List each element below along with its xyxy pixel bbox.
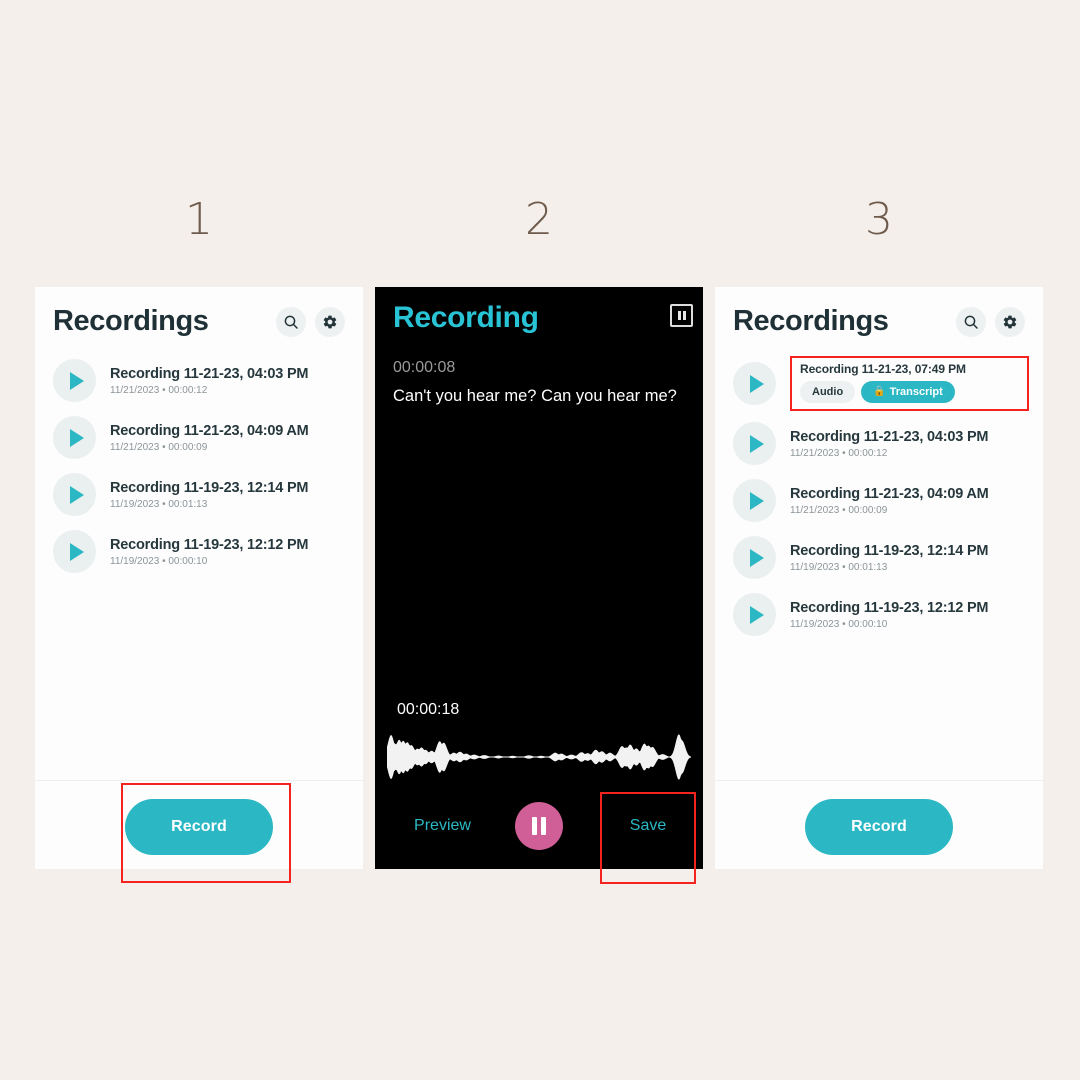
play-icon — [749, 548, 764, 567]
waveform-block: 00:00:18 — [375, 701, 703, 783]
pause-record-button[interactable] — [515, 802, 563, 850]
search-icon — [283, 314, 299, 330]
gear-icon — [322, 314, 338, 330]
recording-text-group: Recording 11-19-23, 12:12 PM 11/19/2023 •… — [790, 600, 1029, 630]
play-icon — [749, 605, 764, 624]
recording-name: Recording 11-21-23, 04:03 PM — [790, 428, 989, 445]
recording-meta: 11/21/2023 • 00:00:09 — [790, 504, 888, 516]
footer-bar: Record — [715, 780, 1043, 869]
recording-name: Recording 11-21-23, 07:49 PM — [800, 362, 966, 376]
recording-meta: 11/21/2023 • 00:00:09 — [110, 441, 208, 453]
list-item-new-recording[interactable]: Recording 11-21-23, 07:49 PM Audio 🔒 Tra… — [715, 352, 1043, 415]
list-item[interactable]: Recording 11-21-23, 04:03 PM 11/21/2023 •… — [715, 415, 1043, 472]
recording-name: Recording 11-21-23, 04:09 AM — [790, 485, 989, 502]
recording-text-group: Recording 11-19-23, 12:14 PM 11/19/2023 •… — [790, 543, 1029, 573]
recording-controls: Preview Save — [375, 783, 703, 869]
recordings-screen: Recordings Recording 11-21-23, 04:03 PM 1… — [35, 287, 363, 869]
page-title: Recordings — [733, 305, 889, 337]
list-item[interactable]: Recording 11-21-23, 04:09 AM 11/21/2023 •… — [35, 409, 363, 466]
recording-text-group: Recording 11-21-23, 04:03 PM 11/21/2023 •… — [110, 366, 349, 396]
recording-name: Recording 11-19-23, 12:14 PM — [110, 479, 309, 496]
play-icon — [749, 374, 764, 393]
play-icon — [69, 542, 84, 561]
audio-chip[interactable]: Audio — [800, 381, 856, 403]
play-button[interactable] — [53, 473, 96, 516]
list-item[interactable]: Recording 11-19-23, 12:12 PM 11/19/2023 •… — [35, 523, 363, 580]
recording-meta: 11/21/2023 • 00:00:12 — [790, 447, 888, 459]
new-recording-highlight: Recording 11-21-23, 07:49 PM Audio 🔒 Tra… — [790, 356, 1029, 411]
app-header: Recordings — [715, 287, 1043, 344]
recordings-screen-updated: Recordings Recording 11-21-23, 07:49 PM … — [715, 287, 1043, 869]
total-duration: 00:00:18 — [397, 701, 460, 718]
recording-header: Recording — [375, 287, 703, 335]
settings-button[interactable] — [315, 306, 345, 337]
waveform[interactable] — [387, 731, 691, 783]
live-transcript-area: 00:00:08 Can't you hear me? Can you hear… — [375, 335, 703, 701]
chip-group: Audio 🔒 Transcript — [800, 381, 1019, 403]
recording-meta: 11/19/2023 • 00:00:10 — [790, 618, 888, 630]
gear-icon — [1002, 314, 1018, 330]
play-button[interactable] — [733, 362, 776, 405]
search-button[interactable] — [276, 306, 306, 337]
page-title: Recordings — [53, 305, 209, 337]
transcript-chip-label: Transcript — [889, 386, 943, 398]
step-number-3: 3 — [865, 194, 893, 245]
pause-icon[interactable] — [670, 304, 693, 327]
play-button[interactable] — [733, 536, 776, 579]
play-icon — [69, 485, 84, 504]
play-icon — [749, 491, 764, 510]
recording-text-group: Recording 11-21-23, 04:09 AM 11/21/2023 •… — [790, 486, 1029, 516]
live-transcript-text: Can't you hear me? Can you hear me? — [393, 387, 677, 405]
live-timestamp: 00:00:08 — [393, 359, 456, 376]
play-button[interactable] — [53, 359, 96, 402]
recording-text-group: Recording 11-19-23, 12:12 PM 11/19/2023 •… — [110, 537, 349, 567]
transcript-chip[interactable]: 🔒 Transcript — [861, 381, 955, 403]
recording-meta: 11/19/2023 • 00:01:13 — [790, 561, 888, 573]
list-item[interactable]: Recording 11-21-23, 04:09 AM 11/21/2023 •… — [715, 472, 1043, 529]
play-icon — [749, 434, 764, 453]
search-icon — [963, 314, 979, 330]
lock-icon: 🔒 — [873, 386, 886, 397]
recording-name: Recording 11-21-23, 04:09 AM — [110, 422, 309, 439]
preview-button[interactable]: Preview — [375, 817, 510, 835]
recording-name: Recording 11-19-23, 12:12 PM — [110, 536, 309, 553]
play-button[interactable] — [733, 479, 776, 522]
recordings-list-updated: Recording 11-21-23, 07:49 PM Audio 🔒 Tra… — [715, 344, 1043, 780]
phone-screen-2-recording: Recording 00:00:08 Can't you hear me? Ca… — [375, 287, 703, 869]
recording-text-group: Recording 11-21-23, 04:03 PM 11/21/2023 •… — [790, 429, 1029, 459]
play-icon — [69, 428, 84, 447]
play-button[interactable] — [733, 593, 776, 636]
recordings-list: Recording 11-21-23, 04:03 PM 11/21/2023 •… — [35, 344, 363, 780]
recording-screen: Recording 00:00:08 Can't you hear me? Ca… — [375, 287, 703, 869]
list-item[interactable]: Recording 11-19-23, 12:12 PM 11/19/2023 •… — [715, 586, 1043, 643]
settings-button[interactable] — [995, 306, 1025, 337]
play-button[interactable] — [733, 422, 776, 465]
recording-meta: 11/19/2023 • 00:01:13 — [110, 498, 208, 510]
app-header: Recordings — [35, 287, 363, 344]
play-button[interactable] — [53, 530, 96, 573]
save-button[interactable]: Save — [593, 817, 703, 835]
recording-meta: 11/19/2023 • 00:00:10 — [110, 555, 208, 567]
footer-bar: Record — [35, 780, 363, 869]
recordings-list-existing: Recording 11-21-23, 04:03 PM 11/21/2023 •… — [715, 415, 1043, 643]
record-button[interactable]: Record — [125, 799, 273, 855]
recording-text-group: Recording 11-21-23, 04:09 AM 11/21/2023 •… — [110, 423, 349, 453]
phone-screen-3-recordings-updated: Recordings Recording 11-21-23, 07:49 PM … — [715, 287, 1043, 869]
play-button[interactable] — [53, 416, 96, 459]
list-item[interactable]: Recording 11-21-23, 04:03 PM 11/21/2023 •… — [35, 352, 363, 409]
list-item[interactable]: Recording 11-19-23, 12:14 PM 11/19/2023 •… — [715, 529, 1043, 586]
play-icon — [69, 371, 84, 390]
step-number-1: 1 — [185, 194, 213, 245]
recording-title: Recording — [393, 301, 539, 334]
recording-name: Recording 11-21-23, 04:03 PM — [110, 365, 309, 382]
recording-meta: 11/21/2023 • 00:00:12 — [110, 384, 208, 396]
phone-screen-1-recordings: Recordings Recording 11-21-23, 04:03 PM 1… — [35, 287, 363, 869]
recording-name: Recording 11-19-23, 12:14 PM — [790, 542, 989, 559]
list-item[interactable]: Recording 11-19-23, 12:14 PM 11/19/2023 •… — [35, 466, 363, 523]
recording-name: Recording 11-19-23, 12:12 PM — [790, 599, 989, 616]
step-number-2: 2 — [525, 194, 553, 245]
record-button[interactable]: Record — [805, 799, 953, 855]
recording-text-group: Recording 11-19-23, 12:14 PM 11/19/2023 •… — [110, 480, 349, 510]
search-button[interactable] — [956, 306, 986, 337]
